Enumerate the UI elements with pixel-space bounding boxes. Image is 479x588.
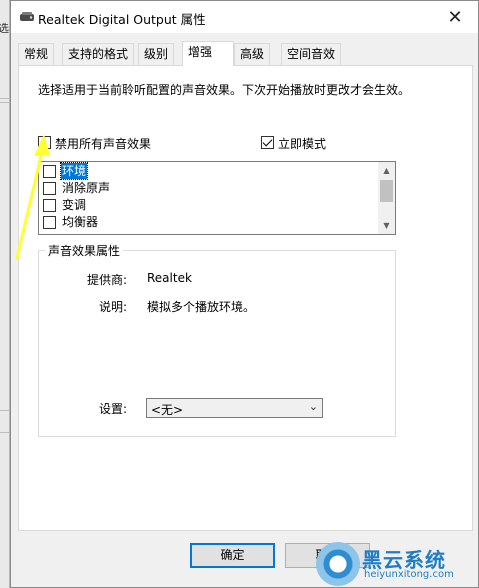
effect-label: 消除原声 — [62, 181, 111, 195]
effects-list[interactable]: 环境 消除原声 变调 均衡器 ▲ ▼ — [38, 161, 396, 235]
provider-label: 提供商: — [87, 273, 128, 287]
background-window: 选 — [0, 0, 10, 588]
group-legend: 声音效果属性 — [45, 242, 124, 259]
effect-checkbox[interactable] — [43, 182, 56, 195]
list-scrollbar[interactable]: ▲ ▼ — [378, 162, 395, 234]
chevron-down-icon: ⌄ — [308, 400, 318, 413]
watermark-logo-icon — [316, 542, 360, 586]
effect-checkbox[interactable] — [43, 199, 56, 212]
effect-label: 变调 — [62, 198, 87, 212]
close-button[interactable]: ✕ — [432, 1, 478, 33]
settings-dropdown[interactable]: <无> ⌄ — [146, 398, 323, 418]
divider — [0, 410, 10, 411]
disable-all-effects-checkbox[interactable] — [38, 136, 51, 149]
background-window-text: 选 — [0, 22, 9, 35]
scroll-thumb[interactable] — [380, 180, 393, 202]
tab-enhancements[interactable]: 增强 — [182, 41, 234, 66]
tab-supported-formats[interactable]: 支持的格式 — [62, 43, 135, 65]
tab-panel-enhancements: 选择适用于当前聆听配置的声音效果。下次开始播放时更改才会生效。 禁用所有声音效果… — [18, 65, 473, 531]
description-label: 说明: — [99, 300, 128, 314]
divider — [0, 432, 10, 433]
tab-levels[interactable]: 级别 — [138, 43, 175, 65]
disable-all-effects-label[interactable]: 禁用所有声音效果 — [55, 135, 151, 152]
immediate-mode-label[interactable]: 立即模式 — [278, 135, 326, 152]
provider-value: Realtek — [147, 271, 192, 285]
title-bar[interactable]: Realtek Digital Output 属性 ✕ — [11, 1, 478, 33]
immediate-mode-checkbox[interactable] — [261, 136, 274, 149]
watermark-url: heiyunxitong.com — [364, 569, 454, 580]
description-value: 模拟多个播放环境。 — [147, 300, 256, 314]
ok-button[interactable]: 确定 — [190, 543, 275, 568]
window-title: Realtek Digital Output 属性 — [38, 12, 206, 27]
tab-spatial-sound[interactable]: 空间音效 — [281, 43, 342, 65]
effect-checkbox[interactable] — [43, 165, 56, 178]
properties-dialog: Realtek Digital Output 属性 ✕ 常规 支持的格式 级别 … — [10, 0, 479, 588]
effect-label: 均衡器 — [62, 215, 99, 229]
watermark: 黑云系统 heiyunxitong.com — [314, 542, 474, 586]
list-item[interactable]: 消除原声 — [39, 180, 379, 197]
effect-label: 环境 — [59, 162, 89, 180]
description-text: 选择适用于当前聆听配置的声音效果。下次开始播放时更改才会生效。 — [38, 83, 411, 97]
close-icon: ✕ — [447, 6, 463, 28]
settings-label: 设置: — [99, 402, 128, 416]
list-item[interactable]: 环境 — [39, 162, 379, 180]
divider — [0, 98, 10, 99]
settings-selected-value: <无> — [151, 403, 184, 417]
effect-checkbox[interactable] — [43, 216, 56, 229]
effect-properties-group: 声音效果属性 提供商: Realtek 说明: 模拟多个播放环境。 设置: <无… — [38, 242, 396, 437]
scroll-up-icon[interactable]: ▲ — [378, 162, 395, 179]
scroll-down-icon[interactable]: ▼ — [378, 217, 395, 234]
tab-general[interactable]: 常规 — [18, 43, 55, 65]
list-item[interactable]: 均衡器 — [39, 214, 379, 231]
speaker-icon — [20, 12, 34, 21]
list-item[interactable]: 变调 — [39, 197, 379, 214]
divider — [0, 102, 10, 103]
tab-advanced[interactable]: 高级 — [234, 43, 271, 65]
